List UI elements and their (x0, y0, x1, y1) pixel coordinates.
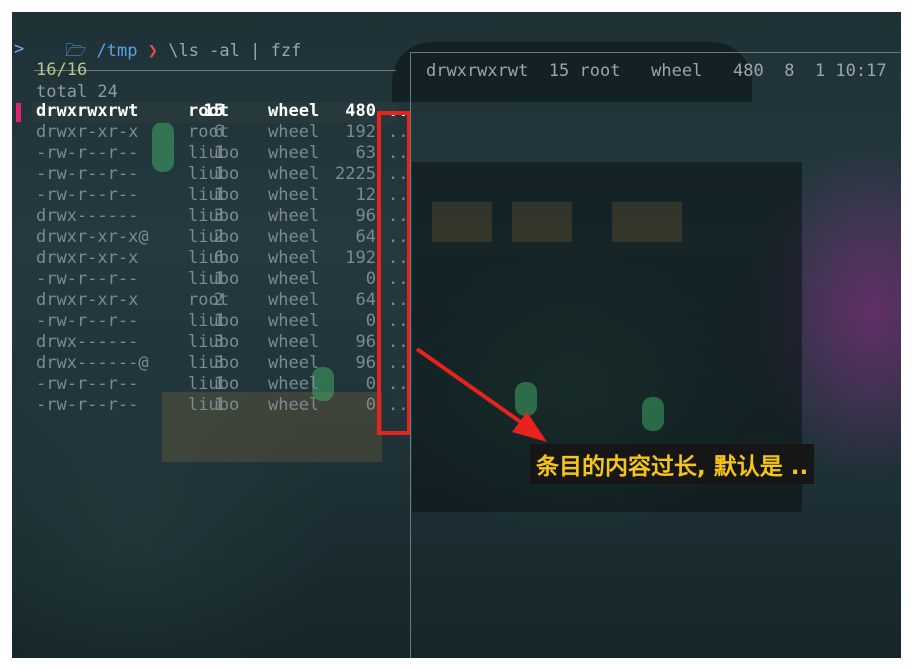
annotation-arrow (415, 347, 547, 442)
terminal-window: 🗁 /tmp ❯ \ls -al | fzf > 16/16 total 24 … (12, 12, 901, 658)
annotation-label: 条目的内容过长, 默认是 .. (530, 444, 815, 484)
